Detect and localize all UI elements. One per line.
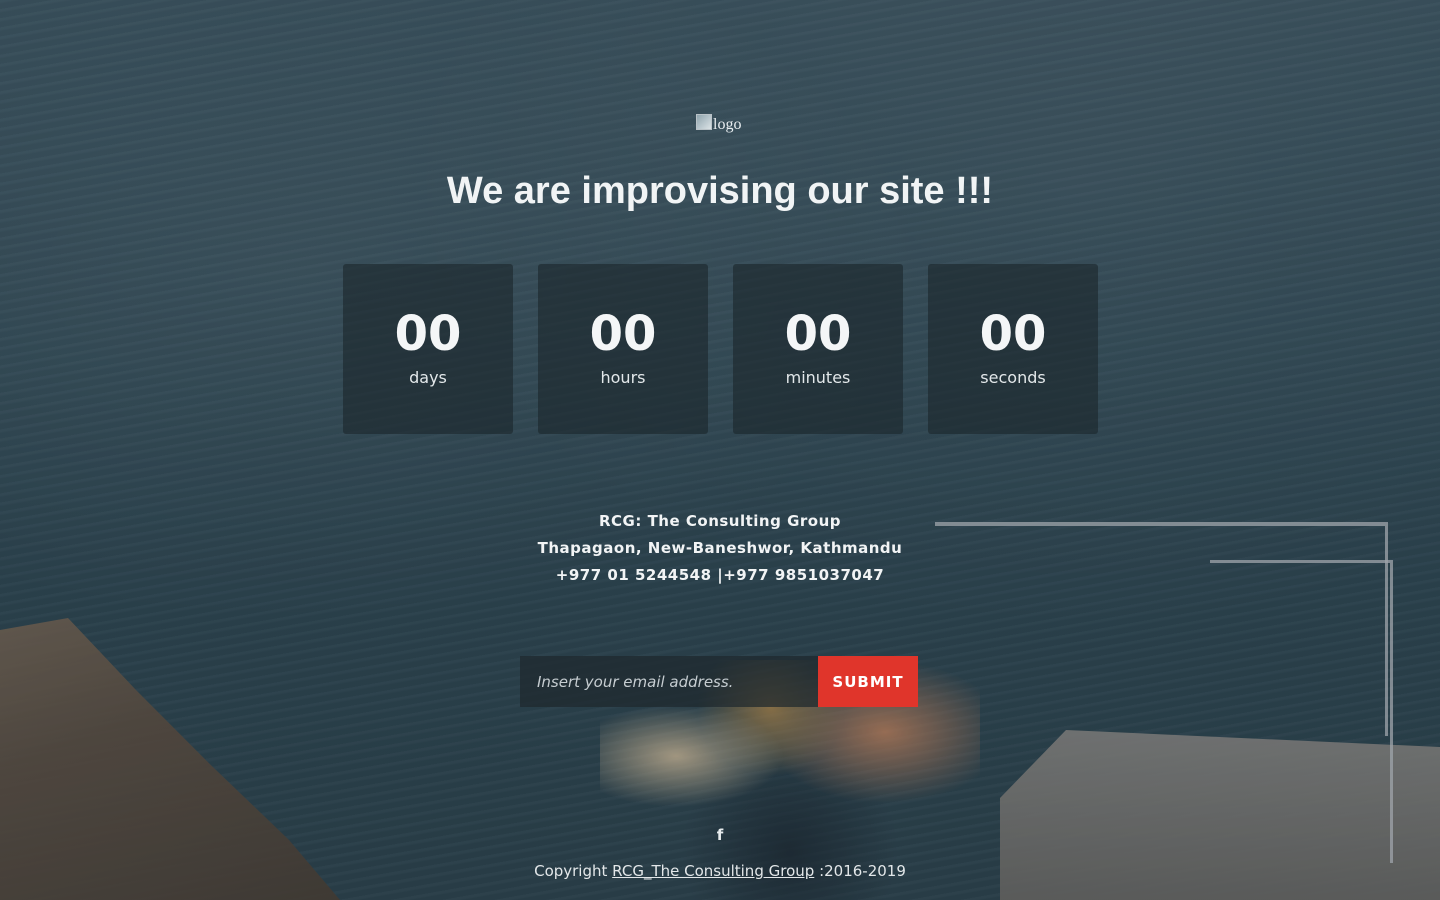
email-input[interactable] (520, 656, 818, 707)
page-title: We are improvising our site !!! (446, 170, 994, 212)
countdown-unit: seconds (980, 368, 1046, 387)
company-link[interactable]: RCG_The Consulting Group (612, 862, 814, 880)
countdown-minutes: 00 minutes (733, 264, 903, 434)
subscribe-form: SUBMIT (520, 656, 918, 707)
page-content: logo We are improvising our site !!! 00 … (0, 0, 1440, 900)
countdown-value: 00 (784, 306, 852, 362)
company-phone: +977 01 5244548 |+977 9851037047 (555, 566, 885, 584)
facebook-icon[interactable]: f (712, 825, 728, 845)
logo-alt-text: logo (713, 116, 742, 133)
company-name: RCG: The Consulting Group (598, 512, 842, 530)
company-address: Thapagaon, New-Baneshwor, Kathmandu (537, 539, 903, 557)
countdown-seconds: 00 seconds (928, 264, 1098, 434)
countdown-value: 00 (979, 306, 1047, 362)
broken-image-icon (696, 114, 712, 130)
countdown-unit: days (409, 368, 447, 387)
countdown-value: 00 (394, 306, 462, 362)
copyright-years: :2016-2019 (819, 862, 906, 880)
countdown-days: 00 days (343, 264, 513, 434)
countdown-unit: hours (600, 368, 646, 387)
contact-info: RCG: The Consulting Group Thapagaon, New… (0, 508, 1440, 589)
countdown-unit: minutes (785, 368, 851, 387)
countdown-hours: 00 hours (538, 264, 708, 434)
copyright-prefix: Copyright (534, 862, 608, 880)
countdown-value: 00 (589, 306, 657, 362)
submit-button[interactable]: SUBMIT (818, 656, 918, 707)
copyright: Copyright RCG_The Consulting Group :2016… (0, 862, 1440, 880)
logo: logo (696, 114, 741, 134)
